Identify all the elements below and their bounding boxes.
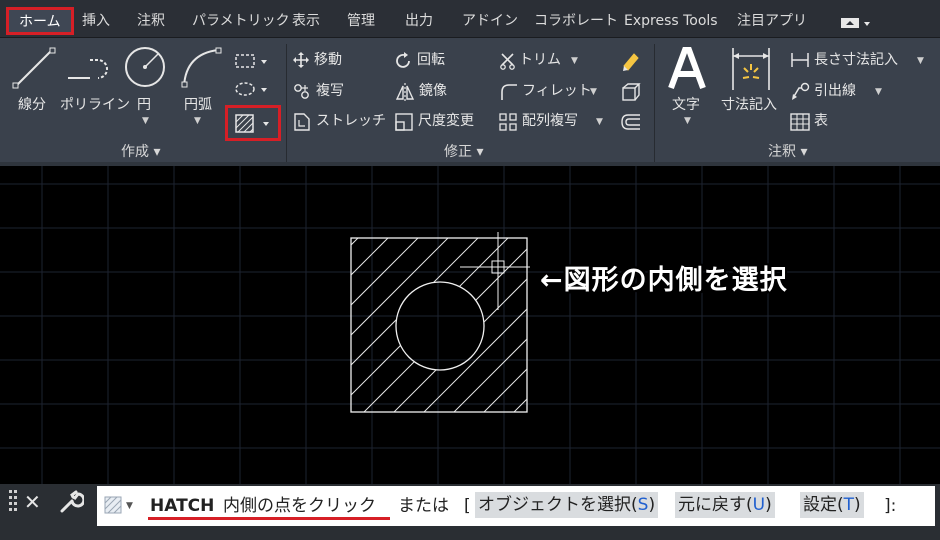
hatch-icon: [235, 114, 269, 133]
option-settings-key: T: [843, 495, 855, 515]
copy-label[interactable]: 複写: [316, 82, 344, 100]
options-bracket-close: ]:: [884, 496, 897, 516]
array-label[interactable]: 配列複写: [522, 112, 578, 130]
tab-home[interactable]: ホーム: [6, 7, 74, 35]
command-history-dropdown-icon[interactable]: ▼: [126, 501, 133, 511]
option-select-objects[interactable]: オブジェクトを選択(S): [475, 492, 659, 518]
create-panel-title[interactable]: 作成 ▾: [121, 143, 160, 161]
panel-divider: [286, 44, 287, 162]
fillet-icon[interactable]: [499, 82, 519, 102]
tab-parametric[interactable]: パラメトリック: [192, 11, 290, 31]
table-icon[interactable]: [790, 113, 810, 131]
square-shape[interactable]: [350, 237, 528, 413]
fillet-label[interactable]: フィレット: [522, 82, 592, 100]
circle-shape[interactable]: [395, 281, 485, 371]
drawing-canvas[interactable]: [0, 166, 940, 484]
scale-label[interactable]: 尺度変更: [418, 112, 474, 130]
rotate-icon[interactable]: [395, 52, 413, 70]
scale-icon[interactable]: [395, 113, 413, 131]
instruction-callout: ←図形の内側を選択: [540, 265, 788, 296]
rectangle-icon[interactable]: [234, 52, 270, 70]
array-dropdown-icon[interactable]: ▼: [596, 117, 603, 127]
ellipse-icon[interactable]: [234, 80, 270, 98]
tab-addins[interactable]: アドイン: [462, 11, 518, 31]
tab-manage[interactable]: 管理: [347, 11, 375, 31]
dimension-label[interactable]: 寸法記入: [721, 96, 777, 114]
fillet-dropdown-icon[interactable]: ▼: [590, 87, 597, 97]
dimension-icon[interactable]: [730, 46, 772, 94]
option-settings-label: 設定: [803, 495, 837, 515]
option-undo-label: 元に戻す: [678, 495, 746, 515]
autocad-window: ホーム 挿入 注釈 パラメトリック 表示 管理 出力 アドイン コラボレート E…: [0, 0, 940, 540]
linear-dimension-dropdown-icon[interactable]: ▼: [917, 56, 924, 66]
linear-dimension-label[interactable]: 長さ寸法記入: [814, 51, 898, 69]
tab-express-tools[interactable]: Express Tools: [624, 11, 718, 31]
tab-output[interactable]: 出力: [405, 11, 433, 31]
circle-dropdown-icon[interactable]: ▼: [142, 116, 149, 126]
circle-icon[interactable]: [122, 44, 168, 90]
ribbon-tab-bar: ホーム 挿入 注釈 パラメトリック 表示 管理 出力 アドイン コラボレート E…: [0, 0, 940, 38]
rotate-label[interactable]: 回転: [417, 51, 445, 69]
copy-icon[interactable]: [293, 83, 311, 101]
leader-dropdown-icon[interactable]: ▼: [875, 87, 882, 97]
trim-label[interactable]: トリム: [519, 51, 561, 69]
option-select-objects-key: S: [637, 495, 649, 515]
option-undo[interactable]: 元に戻す(U): [675, 492, 775, 518]
arc-dropdown-icon[interactable]: ▼: [194, 116, 201, 126]
tab-insert[interactable]: 挿入: [82, 11, 110, 31]
arc-label[interactable]: 円弧: [184, 96, 212, 114]
offset-icon[interactable]: [620, 112, 642, 132]
trim-dropdown-icon[interactable]: ▼: [571, 56, 578, 66]
circle-label[interactable]: 円: [137, 96, 151, 114]
hatch-button[interactable]: [225, 105, 281, 141]
option-undo-key: U: [752, 495, 766, 515]
drawing-area[interactable]: [0, 166, 940, 484]
command-name: HATCH: [150, 496, 215, 516]
line-label[interactable]: 線分: [18, 96, 46, 114]
annotation-panel-title[interactable]: 注釈 ▾: [768, 143, 807, 161]
wrench-icon[interactable]: [58, 489, 84, 515]
trim-icon[interactable]: [499, 52, 517, 70]
option-select-objects-label: オブジェクトを選択: [478, 495, 631, 515]
move-label[interactable]: 移動: [314, 51, 342, 69]
table-label[interactable]: 表: [814, 112, 828, 130]
grip-handle-icon[interactable]: [8, 489, 18, 515]
mirror-icon[interactable]: [395, 82, 415, 102]
tab-featured-apps[interactable]: 注目アプリ: [737, 11, 807, 31]
prompt-underline: [148, 517, 390, 520]
leader-label[interactable]: 引出線: [814, 82, 856, 100]
panel-divider: [654, 44, 655, 162]
grid: [0, 166, 940, 484]
command-or: または: [398, 496, 449, 516]
leader-icon[interactable]: [790, 82, 810, 100]
tab-annotate[interactable]: 注釈: [137, 11, 165, 31]
crosshair-cursor: [460, 232, 530, 310]
options-bracket-open: [: [464, 496, 471, 516]
close-icon[interactable]: ✕: [24, 489, 41, 515]
hatch-command-icon: [104, 496, 122, 514]
line-icon[interactable]: [10, 44, 58, 92]
stretch-icon[interactable]: [293, 112, 311, 132]
tab-collaborate[interactable]: コラボレート: [534, 11, 618, 31]
text-label[interactable]: 文字: [672, 96, 700, 114]
command-prompt: 内側の点をクリック: [223, 496, 376, 516]
tab-view[interactable]: 表示: [292, 11, 320, 31]
arc-icon[interactable]: [178, 44, 224, 90]
explode-icon[interactable]: [620, 81, 642, 103]
linear-dimension-icon[interactable]: [790, 52, 810, 68]
panel-toggle-icon[interactable]: [840, 16, 872, 30]
option-settings[interactable]: 設定(T): [800, 492, 864, 518]
text-icon[interactable]: [667, 46, 707, 90]
polyline-label[interactable]: ポリライン: [60, 96, 130, 114]
move-icon[interactable]: [293, 52, 309, 68]
text-dropdown-icon[interactable]: ▼: [684, 116, 691, 126]
modify-panel-title[interactable]: 修正 ▾: [444, 143, 483, 161]
stretch-label[interactable]: ストレッチ: [316, 112, 386, 130]
erase-icon[interactable]: [620, 50, 642, 72]
polyline-icon[interactable]: [64, 50, 114, 90]
mirror-label[interactable]: 鏡像: [419, 82, 447, 100]
array-icon[interactable]: [499, 113, 517, 131]
